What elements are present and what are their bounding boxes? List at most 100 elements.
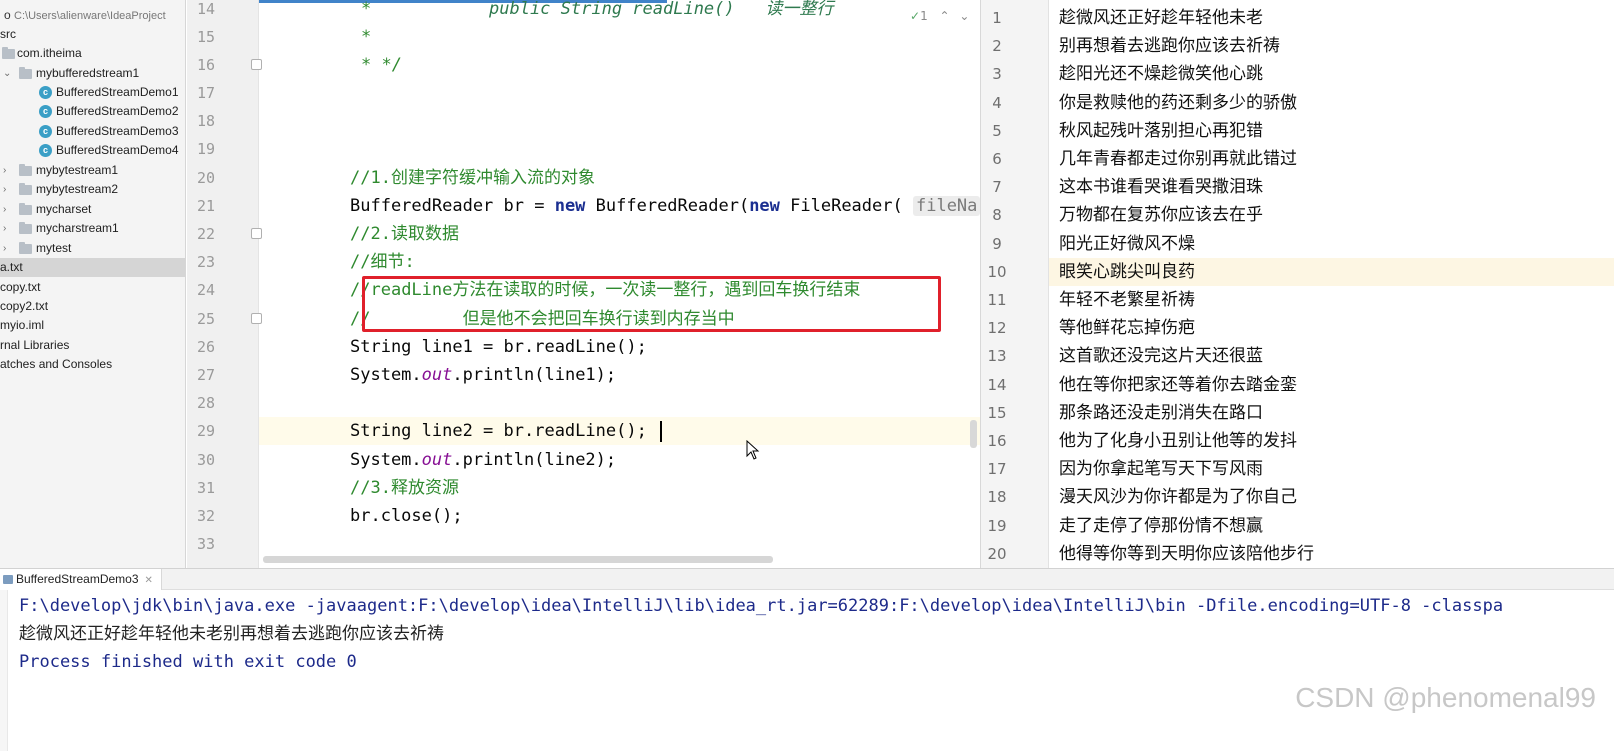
run-config-icon	[3, 575, 13, 584]
chevron-right-icon[interactable]: ›	[3, 161, 6, 180]
code-editor[interactable]: 14 15 16 17 18 19 20 21 22 23 24 25 26 2…	[187, 0, 980, 568]
line-number: 16	[196, 56, 215, 74]
viewer-line-gutter: 1 2 3 4 5 6 7 8 9 10 11 12 13 14 15 16 17 18 19 20	[981, 0, 1049, 568]
tree-item-myio-iml[interactable]: myio.iml	[0, 316, 185, 335]
code-line-23: //细节:	[350, 252, 415, 272]
tree-path-row[interactable]: o C:\Users\alienware\IdeaProject	[0, 6, 185, 25]
viewer-line-text: 趁微风还正好趁年轻他未老	[1059, 8, 1263, 28]
horizontal-scrollbar[interactable]	[263, 556, 773, 563]
tree-item-label: mytest	[36, 241, 72, 255]
tree-item-mybytestream1[interactable]: › mybytestream1	[0, 161, 185, 180]
tree-item-mytest[interactable]: › mytest	[0, 239, 185, 258]
viewer-line-text: 他为了化身小丑别让他等的发抖	[1059, 431, 1297, 451]
viewer-line-number: 18	[987, 488, 1007, 507]
field-token: out	[421, 450, 453, 470]
line-number: 33	[196, 535, 215, 553]
code-line-14b: public String readLine() 读一整行	[489, 0, 834, 19]
chevron-down-icon[interactable]: ⌄	[3, 64, 11, 83]
viewer-line-text: 漫天风沙为你许都是为了你自己	[1059, 487, 1297, 508]
tree-item-a-txt[interactable]: a.txt	[0, 258, 185, 277]
package-folder-icon	[19, 203, 32, 215]
viewer-line-text: 眼笑心跳尖叫良药	[1059, 261, 1195, 282]
viewer-line-text: 你是救赎他的药还剩多少的骄傲	[1059, 92, 1297, 113]
inspection-widget[interactable]: ✓1 ⌃ ⌄	[910, 9, 969, 23]
viewer-line-text: 他在等你把家还等着你去踏金銮	[1059, 374, 1297, 395]
line-number: 20	[196, 169, 215, 187]
tree-item-bufferedstreamdemo3[interactable]: c BufferedStreamDemo3	[0, 122, 185, 141]
line-number-gutter[interactable]: 14 15 16 17 18 19 20 21 22 23 24 25 26 2…	[187, 0, 262, 568]
tree-item-mybufferedstream1[interactable]: ⌄ mybufferedstream1	[0, 64, 185, 83]
class-icon: c	[39, 125, 52, 138]
tree-item-scratches[interactable]: atches and Consoles	[0, 355, 185, 374]
tree-item-label: src	[0, 27, 16, 41]
viewer-line-text: 万物都在复苏你应该去在乎	[1059, 205, 1263, 226]
tree-item-copy2-txt[interactable]: copy2.txt	[0, 297, 185, 316]
chevron-right-icon[interactable]: ›	[3, 219, 6, 238]
code-line-26: String line1 = br.readLine();	[350, 337, 647, 357]
viewer-line-text: 秋风起残叶落别担心再犯错	[1059, 120, 1263, 141]
tree-item-label: mybufferedstream1	[36, 66, 140, 80]
fold-marker-icon[interactable]	[251, 228, 262, 239]
viewer-line-text: 年轻不老繁星祈祷	[1059, 290, 1195, 310]
chevron-right-icon[interactable]: ›	[3, 200, 6, 219]
check-icon: ✓	[910, 9, 921, 23]
code-token: .println(line2);	[452, 450, 617, 470]
run-tab[interactable]: BufferedStreamDemo3 ✕	[0, 569, 162, 590]
line-number: 30	[196, 451, 215, 469]
code-token: System.	[350, 365, 422, 385]
viewer-line-number: 9	[992, 234, 1002, 253]
tree-item-label: mycharset	[36, 202, 92, 216]
line-number: 28	[196, 394, 215, 412]
chevron-down-icon[interactable]: ⌄	[959, 9, 969, 23]
run-console[interactable]: F:\develop\jdk\bin\java.exe -javaagent:F…	[0, 590, 1614, 751]
line-number: 24	[196, 281, 215, 299]
tree-item-copy-txt[interactable]: copy.txt	[0, 278, 185, 297]
keyword-token: new	[749, 196, 780, 216]
viewer-line-number: 1	[992, 9, 1002, 27]
fold-marker-icon[interactable]	[251, 313, 262, 324]
line-number: 32	[196, 507, 215, 525]
package-folder-icon	[19, 242, 32, 254]
run-tool-tabbar: BufferedStreamDemo3 ✕	[0, 568, 1614, 590]
viewer-line-number: 6	[992, 150, 1002, 168]
viewer-line-text: 因为你拿起笔写天下写风雨	[1059, 459, 1263, 480]
tree-item-src[interactable]: src	[0, 25, 185, 44]
code-line-15: *	[361, 27, 372, 47]
class-icon: c	[39, 144, 52, 157]
tree-item-com-itheima[interactable]: com.itheima	[0, 44, 185, 63]
chevron-right-icon[interactable]: ›	[3, 180, 6, 199]
code-token: .println(line1);	[452, 365, 617, 385]
tree-item-mycharset[interactable]: › mycharset	[0, 200, 185, 219]
viewer-line-number: 5	[992, 121, 1002, 140]
tree-item-bufferedstreamdemo4[interactable]: c BufferedStreamDemo4	[0, 141, 185, 160]
tree-item-label: atches and Consoles	[0, 357, 113, 371]
chevron-up-icon[interactable]: ⌃	[940, 9, 950, 23]
tree-item-mycharstream1[interactable]: › mycharstream1	[0, 219, 185, 238]
keyword-token: new	[554, 196, 586, 216]
tree-item-label: com.itheima	[17, 46, 82, 60]
tree-item-bufferedstreamdemo1[interactable]: c BufferedStreamDemo1	[0, 83, 185, 102]
tree-item-bufferedstreamdemo2[interactable]: c BufferedStreamDemo2	[0, 102, 185, 121]
text-file-viewer[interactable]: 1 2 3 4 5 6 7 8 9 10 11 12 13 14 15 16 17 18 19 20 趁微风还正好趁年…	[980, 0, 1614, 568]
code-token: BufferedReader(	[585, 196, 750, 216]
tree-item-mybytestream2[interactable]: › mybytestream2	[0, 180, 185, 199]
chevron-right-icon[interactable]: ›	[3, 239, 6, 258]
code-token: BufferedReader br =	[350, 196, 555, 216]
viewer-line-number: 12	[987, 319, 1007, 338]
fold-marker-icon[interactable]	[251, 59, 262, 70]
tree-item-label: mybytestream1	[36, 163, 119, 177]
viewer-line-number: 20	[987, 544, 1007, 563]
close-icon[interactable]: ✕	[145, 575, 153, 586]
viewer-line-number: 17	[987, 460, 1007, 479]
annotation-highlight-box	[362, 276, 941, 332]
tree-item-label: mycharstream1	[36, 221, 119, 235]
vertical-scrollbar[interactable]	[970, 420, 977, 448]
line-number: 18	[196, 112, 215, 130]
viewer-line-number: 14	[987, 375, 1007, 394]
tree-item-label: rnal Libraries	[0, 338, 70, 352]
console-output-line: 趁微风还正好趁年轻他未老别再想着去逃跑你应该去祈祷	[19, 624, 444, 644]
tree-item-external-libraries[interactable]: rnal Libraries	[0, 336, 185, 355]
package-folder-icon	[2, 47, 15, 59]
code-line-31: //3.释放资源	[350, 478, 459, 498]
viewer-line-text: 这本书谁看哭谁看哭撒泪珠	[1059, 177, 1263, 198]
